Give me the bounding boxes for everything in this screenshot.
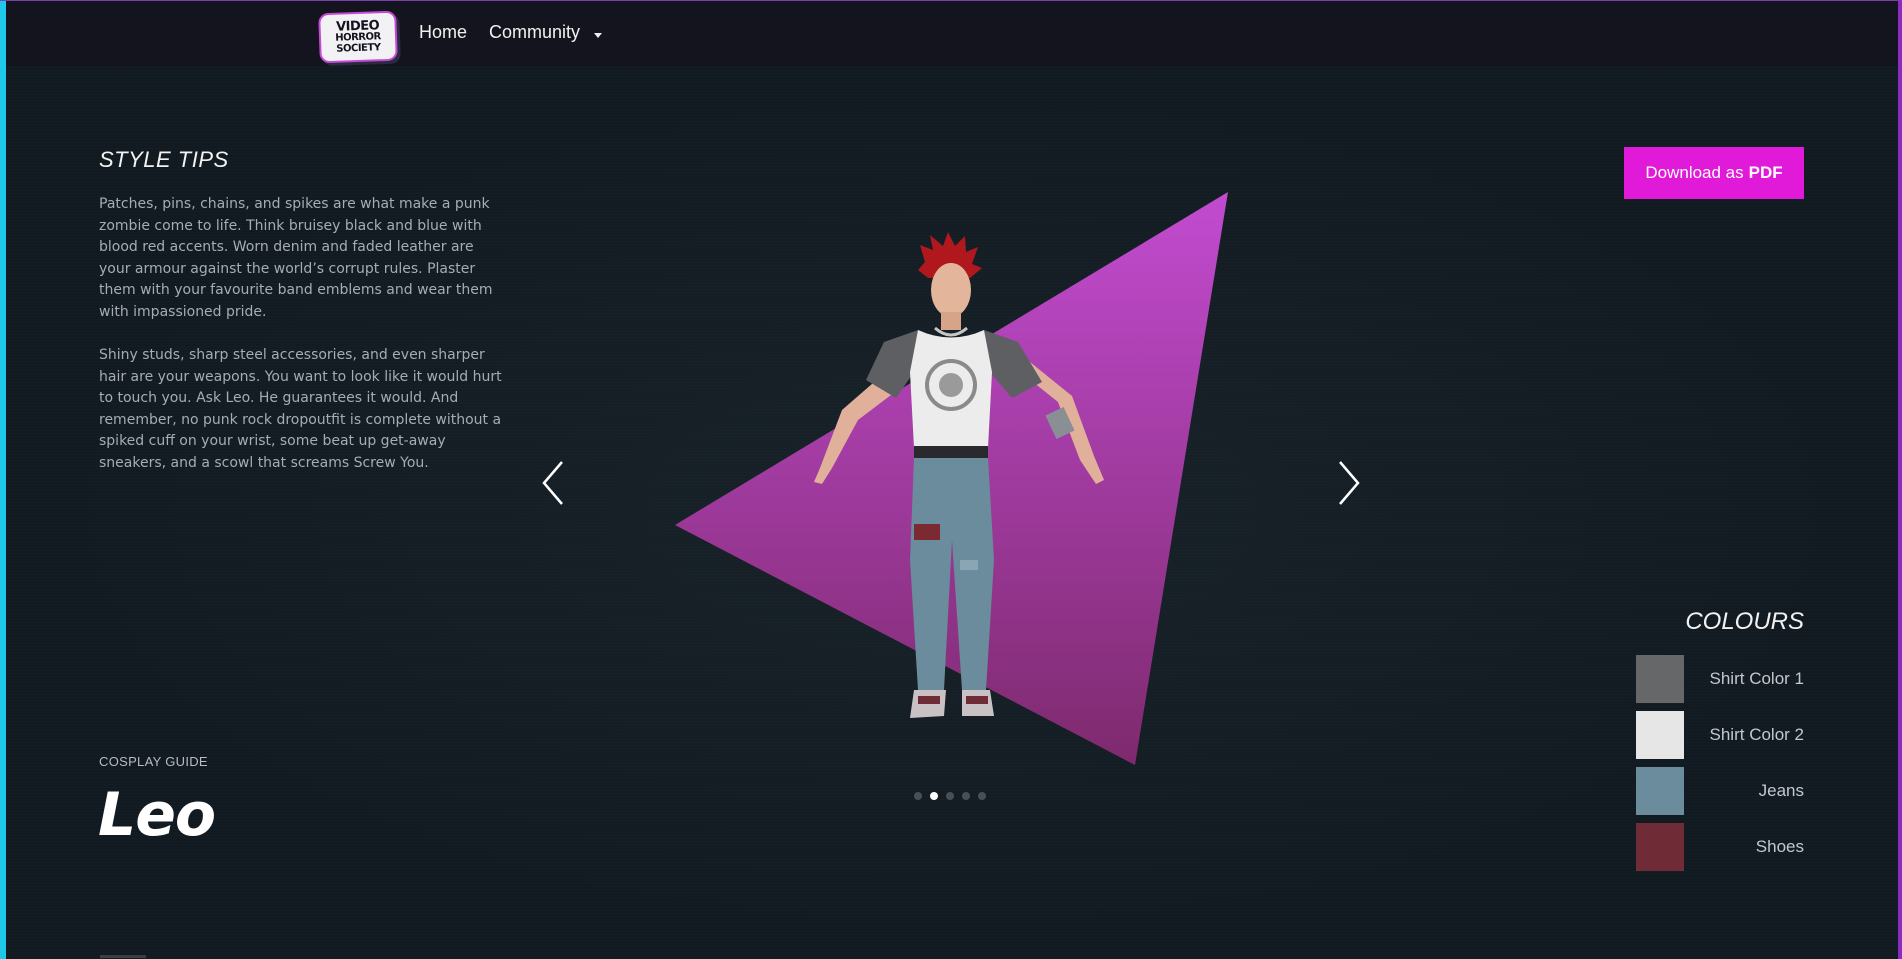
colour-row-shirt-2: Shirt Color 2 [1636,711,1804,759]
colour-swatch [1636,767,1684,815]
carousel-indicators [914,792,986,800]
colour-row-shirt-1: Shirt Color 1 [1636,655,1804,703]
carousel-dot-5[interactable] [978,792,986,800]
left-frame-border [0,0,6,959]
chevron-right-icon [1339,461,1360,505]
colours-heading: COLOURS [1685,608,1804,635]
carousel-dot-2[interactable] [930,792,938,800]
nav-community-dropdown[interactable]: Community [489,22,580,43]
top-navbar: VIDEO HORROR SOCIETY [6,1,1898,66]
style-tips-paragraph-2: Shiny studs, sharp steel accessories, an… [99,347,502,471]
carousel-dot-4[interactable] [962,792,970,800]
colour-swatch [1636,655,1684,703]
download-pdf-button[interactable]: Download as PDF [1624,147,1804,199]
colour-row-shoes: Shoes [1636,823,1804,871]
right-frame-border [1898,0,1902,959]
download-pdf-prefix: Download as [1645,163,1744,182]
cosplay-guide-label: COSPLAY GUIDE [99,754,208,769]
colour-label: Jeans [1758,781,1804,800]
download-pdf-suffix: PDF [1748,163,1783,182]
chevron-down-icon[interactable] [594,33,602,38]
carousel-prev-button[interactable] [536,458,572,508]
colour-label: Shoes [1755,837,1804,856]
colour-swatch [1636,711,1684,759]
character-name-title: Leo [98,780,216,850]
style-tips-paragraph-1: Patches, pins, chains, and spikes are wh… [99,196,493,320]
scroll-indicator [100,955,146,958]
carousel-next-button[interactable] [1330,458,1366,508]
carousel-dot-3[interactable] [946,792,954,800]
chevron-left-icon [542,461,563,505]
colour-row-jeans: Jeans [1636,767,1804,815]
style-tips-heading: STYLE TIPS [99,147,229,172]
colour-label: Shirt Color 2 [1709,725,1804,744]
video-horror-society-logo[interactable]: VIDEO HORROR SOCIETY [318,10,398,64]
colour-swatch [1636,823,1684,871]
carousel-dot-1[interactable] [914,792,922,800]
nav-home-link[interactable]: Home [419,22,467,43]
colour-label: Shirt Color 1 [1709,669,1804,688]
